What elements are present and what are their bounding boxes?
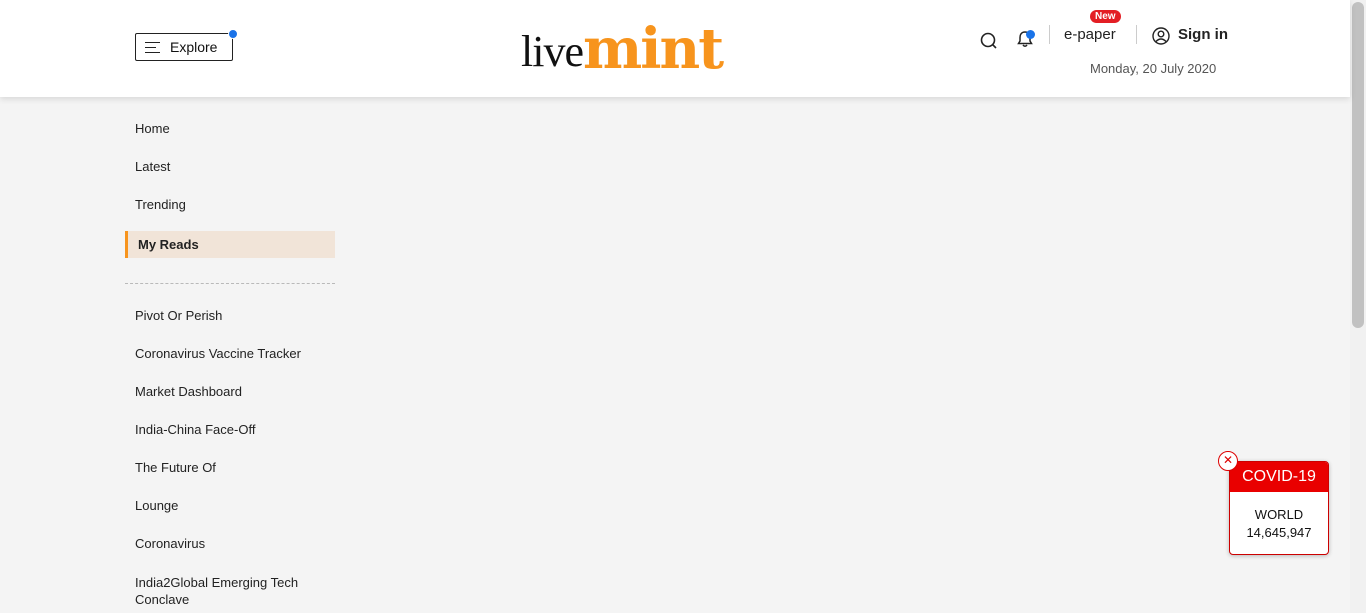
divider [1136, 25, 1137, 44]
sidebar-item-pivot-or-perish[interactable]: Pivot Or Perish [125, 308, 335, 324]
notification-dot [228, 29, 238, 39]
sidebar-divider [125, 283, 335, 284]
covid-case-count: 14,645,947 [1246, 525, 1312, 540]
new-badge: New [1090, 10, 1121, 23]
sidebar-item-lounge[interactable]: Lounge [125, 498, 335, 514]
signin-link[interactable]: Sign in [1178, 26, 1228, 43]
sidebar-item-latest[interactable]: Latest [125, 159, 335, 175]
livemint-logo[interactable]: live mint [521, 14, 724, 82]
sidebar-item-market-dashboard[interactable]: Market Dashboard [125, 384, 335, 400]
search-icon[interactable] [979, 30, 999, 50]
sidebar-item-vaccine-tracker[interactable]: Coronavirus Vaccine Tracker [125, 346, 335, 362]
sidebar-item-india2global[interactable]: India2Global Emerging Tech Conclave [125, 574, 315, 608]
epaper-link[interactable]: e-paper [1064, 26, 1116, 43]
sidebar-item-india-china[interactable]: India-China Face-Off [125, 422, 335, 438]
sidebar-item-home[interactable]: Home [125, 121, 335, 137]
explore-button[interactable]: Explore [135, 29, 238, 61]
vertical-scrollbar[interactable] [1350, 0, 1366, 613]
scrollbar-thumb[interactable] [1352, 2, 1364, 328]
covid-region-label: WORLD [1254, 507, 1304, 522]
close-icon[interactable]: ✕ [1218, 451, 1238, 471]
current-date: Monday, 20 July 2020 [1090, 61, 1217, 76]
sidebar-item-coronavirus[interactable]: Coronavirus [125, 536, 335, 552]
user-icon[interactable] [1152, 27, 1170, 45]
sidebar-item-my-reads[interactable]: My Reads [125, 231, 335, 258]
logo-mint: mint [582, 16, 724, 82]
explore-label: Explore [170, 39, 218, 55]
sidebar-item-trending[interactable]: Trending [125, 197, 335, 213]
covid-title: COVID-19 [1230, 462, 1328, 492]
site-header: Explore live mint New e-paper Sign in Mo… [0, 0, 1350, 97]
divider [1049, 25, 1050, 44]
sidebar-item-future-of[interactable]: The Future Of [125, 460, 335, 476]
menu-icon [145, 41, 160, 54]
bell-notification-dot [1026, 30, 1035, 39]
covid-widget[interactable]: COVID-19 WORLD 14,645,947 [1229, 461, 1329, 555]
logo-live: live [521, 27, 584, 76]
